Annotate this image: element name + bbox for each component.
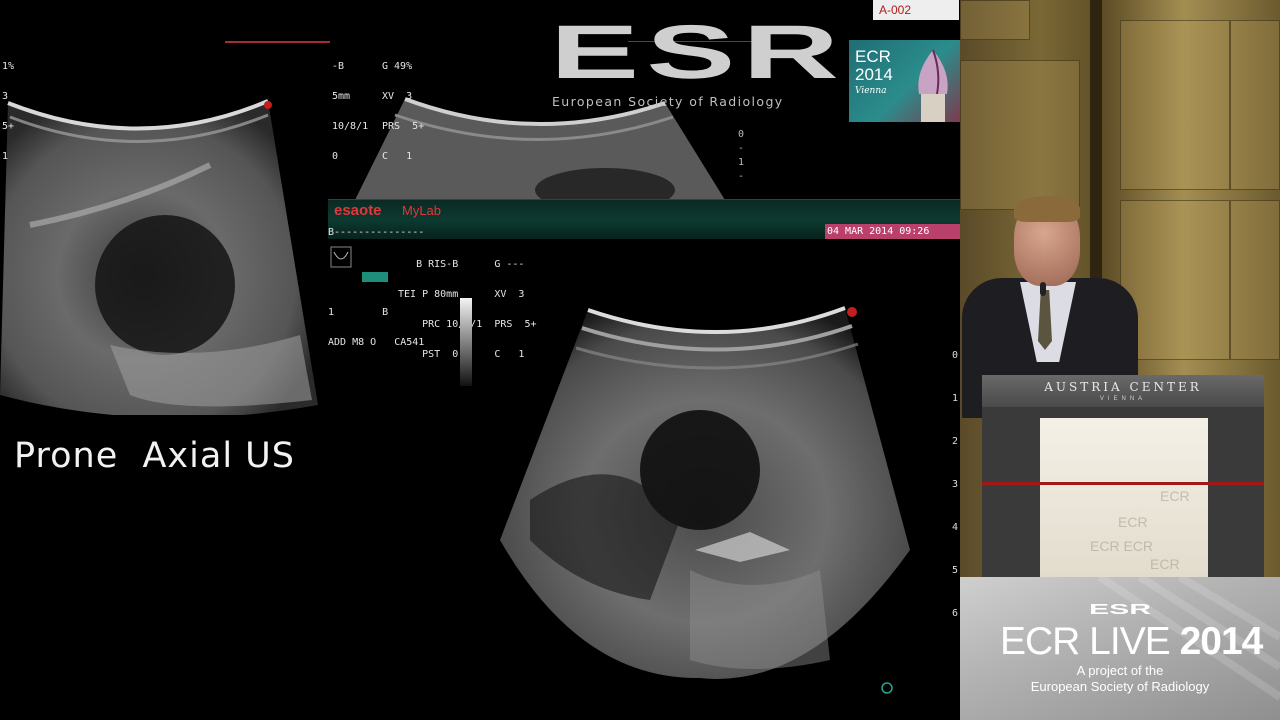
esaote-logo: esaote — [334, 202, 382, 219]
podium-front-panel: ECR ECR ECR ECR ECR — [1040, 418, 1208, 577]
us-params-top-mid-right: G 49% XV 3 PRS 5+ C 1 — [382, 42, 424, 182]
tick-label: 0 — [952, 350, 959, 361]
depth-ticks-lower: 0 1 2 3 4 5 6 — [952, 334, 958, 635]
param-line: 1% — [2, 61, 15, 72]
grayscale-bar — [460, 298, 472, 386]
wall-panel — [1230, 20, 1280, 190]
depth-ticks-upper: 0 - 1 - — [738, 128, 744, 184]
tick-label: 0 — [738, 129, 745, 140]
tick-label: - — [738, 143, 745, 154]
ultrasound-image-left — [0, 99, 318, 415]
tick-label: - — [738, 171, 745, 182]
badge-line: ECR — [855, 47, 891, 66]
badge-title: ECR 2014 — [855, 48, 893, 84]
badge-line: 2014 — [855, 65, 893, 84]
tick-label: 4 — [952, 522, 959, 533]
marker-line — [225, 41, 330, 43]
ultrasound-image-main — [500, 306, 910, 679]
tick-label: 6 — [952, 608, 959, 619]
us-params-top-mid-left: -B 5mm 10/8/1 0 — [332, 42, 368, 182]
wall-panel — [1120, 20, 1230, 190]
esr-mini-logo: ESR — [1089, 601, 1151, 615]
tick-label: 1 — [952, 393, 959, 404]
param-line: XV 3 — [382, 91, 413, 102]
ecr-live-line1: A project of the — [1076, 663, 1164, 678]
ecr-live-line2: European Society of Radiology — [1030, 679, 1210, 694]
wall-panel — [960, 60, 1080, 210]
wall-panel — [1230, 200, 1280, 360]
mode-line: B--------------- — [328, 227, 425, 238]
podium-label: AUSTRIA CENTER — [1044, 380, 1202, 394]
podium-ghost-text: ECR — [1150, 556, 1180, 572]
exam-datetime: 04 MAR 2014 09:26 — [825, 224, 960, 239]
badge-script: Vienna — [855, 86, 887, 96]
probe-info: 1 B ADD M8 O CA541 — [328, 288, 424, 368]
param-line: C 1 — [382, 151, 413, 162]
body-marker-icon — [330, 246, 352, 268]
onion-dome-icon — [918, 49, 948, 122]
ecr-2014-badge: ECR 2014 Vienna — [849, 40, 960, 122]
podium-ghost-text: ECR — [1160, 488, 1190, 504]
esr-tagline: European Society of Radiology — [552, 94, 784, 109]
tick-label: 5 — [952, 565, 959, 576]
podium-stripe — [982, 482, 1264, 485]
param-line: PRS 5+ — [382, 121, 425, 132]
podium-ghost-text: ECR ECR — [1090, 538, 1154, 554]
svg-text:ESR: ESR — [1089, 601, 1151, 615]
param-line: 5mm — [332, 91, 351, 102]
probe-line: ADD M8 O CA541 — [328, 337, 425, 348]
param-line: 5+ — [2, 121, 15, 132]
ecr-live-title: ECR LIVE 2014 — [1000, 620, 1264, 664]
us-params-top-left: 1% 3 5+ 1 — [2, 42, 26, 182]
tick-label: 2 — [952, 436, 959, 447]
svg-text:ESR: ESR — [550, 20, 846, 82]
microphone-icon — [1040, 282, 1046, 296]
param-line: 10/8/1 — [332, 121, 369, 132]
param-line: G 49% — [382, 61, 413, 72]
abstract-code-label: A-002 — [873, 0, 959, 20]
speaker-hair — [1014, 196, 1080, 222]
param-line: 0 — [332, 151, 339, 162]
focus-marker-icon — [881, 682, 893, 694]
probe-line: 1 B — [328, 307, 389, 318]
param-line: 3 — [2, 91, 9, 102]
color-indicator — [362, 272, 388, 282]
tick-label: 3 — [952, 479, 959, 490]
tick-label: 1 — [738, 157, 745, 168]
ecr-live-year: 2014 — [1179, 620, 1264, 663]
param-line: -B — [332, 61, 345, 72]
presentation-slide: 1% 3 5+ 1 -B 5mm 10/8/1 0 G 49% XV 3 PRS… — [0, 0, 960, 720]
param-line: 1 — [2, 151, 9, 162]
podium-sublabel: VIENNA — [1099, 396, 1147, 402]
param-line: B RIS-B G --- — [392, 259, 525, 270]
wall-panel — [960, 0, 1030, 40]
esr-logo: ESR — [550, 20, 846, 82]
slide-caption: Prone Axial US — [14, 436, 296, 476]
mylab-logo: MyLab — [402, 203, 442, 218]
ecr-live-title-light: ECR LIVE — [1000, 620, 1180, 663]
podium-ghost-text: ECR — [1118, 514, 1148, 530]
